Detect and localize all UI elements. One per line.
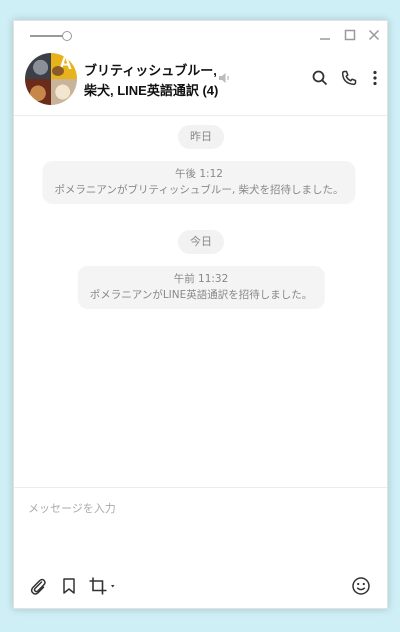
date-separator: 今日 [178,230,224,254]
minimize-button[interactable] [317,27,333,43]
date-separator: 昨日 [178,125,224,149]
attach-button[interactable] [28,576,48,596]
slider-track [30,35,66,37]
keep-button[interactable] [59,576,79,596]
call-button[interactable] [340,69,358,87]
phone-icon [341,70,357,86]
more-vertical-icon [373,70,377,86]
opacity-slider[interactable] [30,31,74,41]
close-button[interactable] [366,27,382,43]
maximize-button[interactable] [342,27,358,43]
title-bar [14,21,387,51]
chat-window: A ブリティッシュブルー, 柴犬, LINE英語通訳 (4) 昨日 午後 1:1… [13,20,388,609]
system-message: 午前 11:32 ポメラニアンがLINE英語通訳を招待しました。 [77,266,325,309]
message-list[interactable]: 昨日 午後 1:12 ポメラニアンがブリティッシュブルー, 柴犬を招待しました。… [14,116,387,488]
avatar-pomeranian [51,79,77,105]
emoji-button[interactable] [351,576,371,596]
message-input[interactable] [26,498,370,562]
maximize-icon [344,29,356,41]
group-avatar[interactable]: A [25,53,77,105]
crop-icon [89,577,115,595]
bear-icon [52,66,64,76]
search-button[interactable] [311,69,329,87]
chat-title[interactable]: ブリティッシュブルー, 柴犬, LINE英語通訳 (4) [84,61,224,101]
screenshot-button[interactable] [88,576,118,596]
search-icon [312,70,328,86]
system-message-text: ポメラニアンがLINE英語通訳を招待しました。 [89,289,313,301]
composer [14,487,387,610]
avatar-cat [25,53,51,79]
paperclip-icon [30,578,46,595]
more-button[interactable] [366,69,384,87]
close-icon [368,29,380,41]
system-message-time: 午後 1:12 [175,168,223,180]
system-message: 午後 1:12 ポメラニアンがブリティッシュブルー, 柴犬を招待しました。 [42,161,356,204]
chat-header: A ブリティッシュブルー, 柴犬, LINE英語通訳 (4) [14,51,387,116]
bookmark-icon [63,578,75,594]
slider-knob[interactable] [62,31,72,41]
minimize-icon [320,38,330,40]
emoji-icon [352,577,370,595]
avatar-shiba [25,79,51,105]
mute-icon [217,70,231,84]
avatar-letter: A [51,53,77,79]
system-message-text: ポメラニアンがブリティッシュブルー, 柴犬を招待しました。 [54,184,344,196]
system-message-time: 午前 11:32 [173,273,229,285]
